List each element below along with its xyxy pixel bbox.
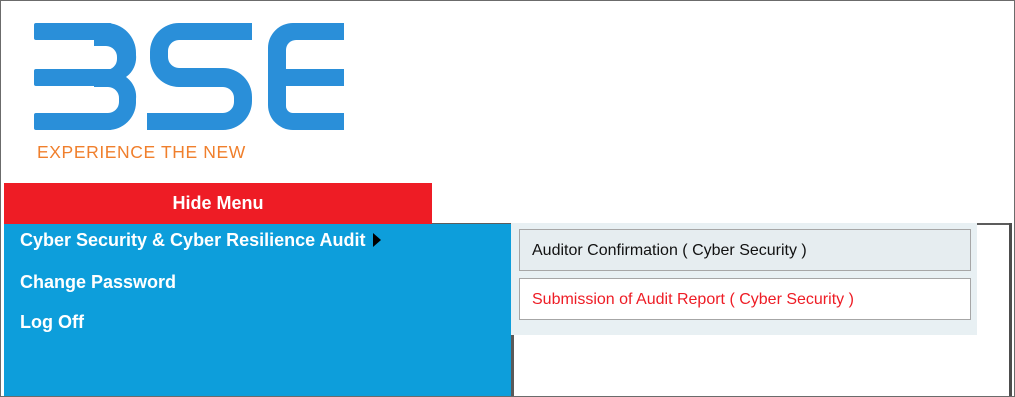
menu-item-cyber-security-audit[interactable]: Cyber Security & Cyber Resilience Audit <box>20 230 382 251</box>
submenu-item-auditor-confirmation[interactable]: Auditor Confirmation ( Cyber Security ) <box>519 229 971 271</box>
submenu-arrow-icon <box>373 233 382 247</box>
menu-item-label: Log Off <box>20 312 84 332</box>
bse-logo-mark <box>34 23 344 130</box>
content-border <box>1009 223 1012 396</box>
page-frame: EXPERIENCE THE NEW Hide Menu Cyber Secur… <box>0 0 1015 397</box>
cyber-security-submenu: Auditor Confirmation ( Cyber Security ) … <box>511 223 977 335</box>
menu-item-change-password[interactable]: Change Password <box>20 272 176 293</box>
logo-tagline: EXPERIENCE THE NEW <box>37 142 246 162</box>
bse-logo: EXPERIENCE THE NEW <box>34 23 354 165</box>
menu-item-log-off[interactable]: Log Off <box>20 312 84 333</box>
hide-menu-label: Hide Menu <box>172 193 264 213</box>
main-menu: Cyber Security & Cyber Resilience Audit … <box>4 224 514 396</box>
hide-menu-button[interactable]: Hide Menu <box>4 183 432 224</box>
menu-item-label: Change Password <box>20 272 177 292</box>
submenu-item-submission-of-audit-report[interactable]: Submission of Audit Report ( Cyber Secur… <box>519 278 971 320</box>
menu-item-label: Cyber Security & Cyber Resilience Audit <box>20 230 366 250</box>
